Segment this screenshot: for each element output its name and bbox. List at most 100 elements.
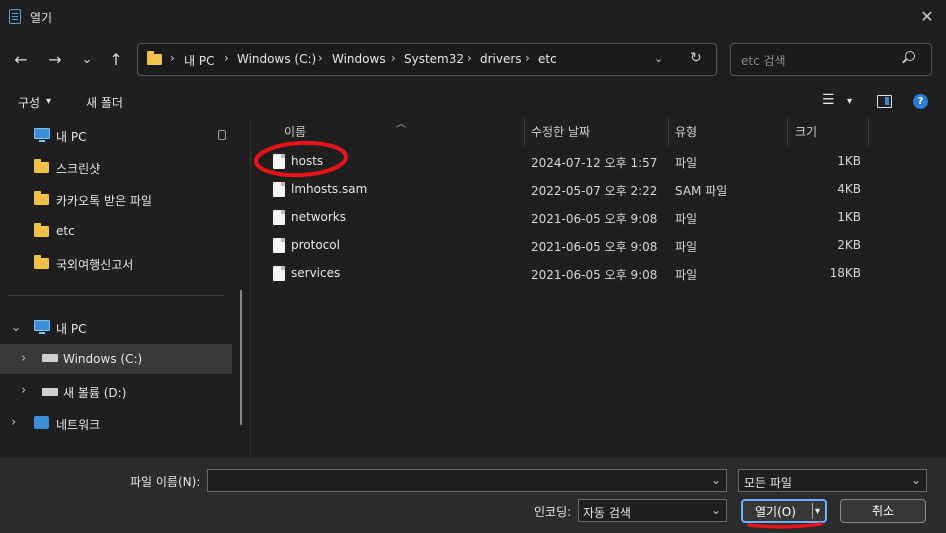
file-type: 파일	[675, 240, 698, 254]
sort-ascending-icon: ︿	[396, 119, 406, 130]
search-placeholder: etc 검색	[741, 54, 786, 68]
column-divider[interactable]	[524, 118, 525, 146]
file-icon	[273, 266, 285, 281]
navigation-pane: 내 PC 스크린샷 카카오톡 받은 파일 etc 국외여행신고서 ⌄ 내 PC …	[0, 118, 250, 458]
breadcrumb-separator: ›	[318, 51, 323, 65]
notepad-icon	[9, 9, 21, 24]
file-size: 1KB	[837, 210, 861, 224]
chevron-down-icon[interactable]: ⌄	[911, 473, 921, 487]
column-divider[interactable]	[868, 118, 869, 146]
file-size: 18KB	[829, 266, 861, 280]
quick-item-etc[interactable]: etc	[0, 216, 232, 246]
tree-item-c-drive[interactable]: › Windows (C:)	[0, 344, 232, 374]
file-name: networks	[291, 210, 346, 224]
breadcrumb-etc[interactable]: etc	[538, 52, 557, 66]
file-icon	[273, 210, 285, 225]
breadcrumb-drivers[interactable]: drivers	[480, 52, 522, 66]
file-type: SAM 파일	[675, 184, 728, 198]
address-dropdown-button[interactable]: ⌄	[654, 52, 663, 65]
chevron-right-icon[interactable]: ›	[11, 415, 16, 430]
filename-input[interactable]: ⌄	[207, 469, 727, 492]
nav-label: 국외여행신고서	[56, 258, 134, 272]
new-folder-button[interactable]: 새 폴더	[86, 94, 123, 111]
breadcrumb-separator: ›	[170, 51, 175, 65]
file-type: 파일	[675, 212, 698, 226]
column-header-type[interactable]: 유형	[675, 123, 697, 140]
drive-icon	[42, 354, 58, 362]
network-icon	[34, 416, 49, 429]
file-type: 파일	[675, 156, 698, 170]
file-size: 2KB	[837, 238, 861, 252]
file-type-filter[interactable]: 모든 파일 ⌄	[738, 469, 927, 492]
pane-divider[interactable]	[250, 118, 251, 458]
file-modified: 2021-06-05 오후 9:08	[531, 212, 658, 226]
search-icon[interactable]	[905, 51, 915, 61]
open-button[interactable]: 열기(O) ▾	[741, 499, 827, 523]
nav-label: 카카오톡 받은 파일	[56, 194, 152, 208]
file-row-lmhosts[interactable]: lmhosts.sam 2022-05-07 오후 2:22 SAM 파일 4K…	[260, 176, 870, 204]
breadcrumb-pc[interactable]: 내 PC	[184, 52, 214, 69]
file-name: services	[291, 266, 341, 280]
quick-item-kakaotalk[interactable]: 카카오톡 받은 파일	[0, 184, 232, 214]
open-button-label: 열기(O)	[755, 505, 796, 519]
chevron-down-icon[interactable]: ⌄	[11, 320, 21, 334]
chevron-down-icon[interactable]: ⌄	[711, 503, 721, 517]
split-divider	[812, 503, 813, 519]
search-box[interactable]: etc 검색	[730, 43, 932, 76]
breadcrumb-system32[interactable]: System32	[404, 52, 464, 66]
tree-item-network[interactable]: › 네트워크	[0, 408, 232, 438]
folder-icon	[34, 191, 49, 205]
nav-label: 내 PC	[56, 322, 87, 336]
back-button[interactable]: ←	[9, 46, 33, 74]
file-type: 파일	[675, 268, 698, 282]
title-bar: 열기 ✕	[0, 0, 946, 34]
nav-label: 스크린샷	[56, 162, 101, 176]
organize-button[interactable]: 구성	[18, 94, 40, 111]
folder-icon	[34, 223, 49, 237]
pc-icon	[34, 320, 50, 334]
file-modified: 2021-06-05 오후 9:08	[531, 268, 658, 282]
help-icon[interactable]: ?	[913, 94, 928, 109]
close-button[interactable]: ✕	[912, 4, 942, 30]
breadcrumb-windows[interactable]: Windows	[332, 52, 386, 66]
file-size: 4KB	[837, 182, 861, 196]
file-row-protocol[interactable]: protocol 2021-06-05 오후 9:08 파일 2KB	[260, 232, 870, 260]
tree-item-my-pc[interactable]: ⌄ 내 PC	[0, 312, 232, 342]
nav-scrollbar[interactable]	[240, 290, 242, 425]
recent-locations-button[interactable]: ⌄	[75, 46, 99, 74]
column-header-modified[interactable]: 수정한 날짜	[531, 123, 590, 140]
cancel-button[interactable]: 취소	[840, 499, 926, 523]
toolbar: 구성 ▾ 새 폴더 ☰ ▾ ?	[0, 86, 946, 118]
file-row-services[interactable]: services 2021-06-05 오후 9:08 파일 18KB	[260, 260, 870, 288]
file-icon	[273, 238, 285, 253]
divider	[8, 295, 224, 296]
chevron-right-icon[interactable]: ›	[21, 351, 26, 366]
chevron-down-icon[interactable]: ⌄	[711, 473, 721, 487]
open-options-caret-icon[interactable]: ▾	[815, 501, 820, 523]
view-menu-icon[interactable]: ☰	[822, 92, 835, 108]
file-modified: 2022-05-07 오후 2:22	[531, 184, 658, 198]
quick-item-my-pc[interactable]: 내 PC	[0, 120, 232, 150]
chevron-right-icon[interactable]: ›	[21, 383, 26, 398]
column-divider[interactable]	[787, 118, 788, 146]
file-row-networks[interactable]: networks 2021-06-05 오후 9:08 파일 1KB	[260, 204, 870, 232]
column-divider[interactable]	[668, 118, 669, 146]
address-bar[interactable]: › 내 PC › Windows (C:) › Windows › System…	[137, 43, 717, 76]
forward-button[interactable]: →	[43, 46, 67, 74]
tree-item-d-drive[interactable]: › 새 볼륨 (D:)	[0, 376, 232, 406]
breadcrumb-separator: ›	[525, 51, 530, 65]
breadcrumb-c-drive[interactable]: Windows (C:)	[237, 52, 316, 66]
preview-pane-icon[interactable]	[877, 95, 892, 108]
column-header-size[interactable]: 크기	[795, 123, 817, 140]
pc-icon	[34, 128, 50, 142]
folder-icon	[147, 51, 162, 65]
view-caret-icon[interactable]: ▾	[847, 96, 852, 107]
quick-item-screenshots[interactable]: 스크린샷	[0, 152, 232, 182]
refresh-icon[interactable]: ↻	[690, 50, 702, 66]
encoding-select[interactable]: 자동 검색 ⌄	[578, 499, 727, 522]
quick-item-travel-report[interactable]: 국외여행신고서	[0, 248, 232, 278]
encoding-label: 인코딩:	[534, 505, 572, 519]
breadcrumb-separator: ›	[467, 51, 472, 65]
up-button[interactable]: ↑	[104, 46, 128, 74]
encoding-value: 자동 검색	[583, 506, 631, 520]
